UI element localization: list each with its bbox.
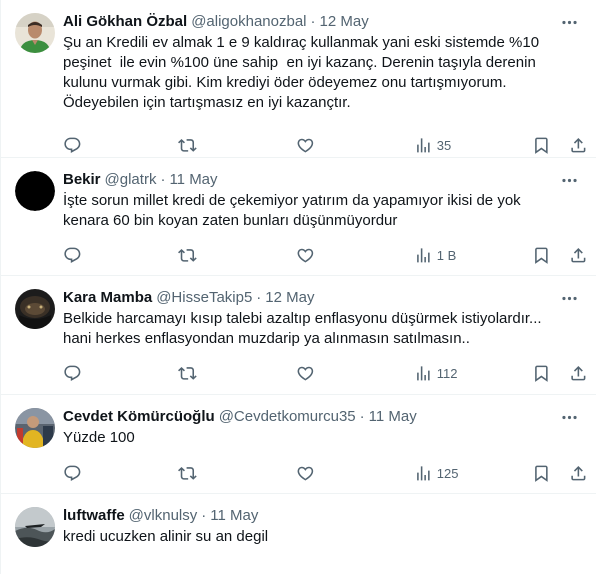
tweet-header: Kara Mamba @HisseTakip5 · 12 May (63, 288, 580, 308)
share-button[interactable] (569, 234, 588, 276)
action-bar: 112 (63, 352, 586, 394)
author-name[interactable]: Ali Gökhan Özbal (63, 12, 187, 32)
tweet-header: Bekir @glatrk · 11 May (63, 170, 580, 190)
separator-dot: · (310, 13, 316, 30)
bookmark-button[interactable] (532, 452, 551, 494)
more-dots-icon[interactable] (558, 288, 580, 308)
heart-icon (297, 466, 314, 481)
views-count: 125 (436, 465, 459, 481)
like-button[interactable] (296, 234, 315, 276)
tweet-text: Şu an Kredili ev almak 1 e 9 kaldıraç ku… (63, 34, 540, 111)
reply-button[interactable] (63, 234, 82, 276)
tweet[interactable]: Ali Gökhan Özbal @aligokhanozbal · 12 Ma… (1, 0, 596, 158)
bookmark-button[interactable] (532, 352, 551, 394)
retweet-icon (178, 466, 197, 480)
tweet[interactable]: Kara Mamba @HisseTakip5 · 12 May Belkide… (1, 276, 596, 395)
share-icon (571, 465, 586, 481)
action-bar: 1 B (63, 234, 586, 276)
more-dots-icon[interactable] (558, 12, 580, 32)
tweet-date[interactable]: 12 May (265, 288, 314, 308)
like-button[interactable] (296, 452, 315, 494)
more-dots-icon[interactable] (558, 407, 580, 427)
retweet-button[interactable] (178, 352, 197, 394)
avatar[interactable] (15, 171, 55, 211)
views-chart-icon (417, 465, 430, 481)
tweet-header: luftwaffe @vlknulsy · 11 May (63, 506, 580, 526)
heart-icon (297, 138, 314, 153)
tweet-text: kredi ucuzken alinir su an degil (63, 528, 269, 545)
tweet-date[interactable]: 11 May (169, 170, 217, 190)
author-name[interactable]: Cevdet Kömürcüoğlu (63, 407, 215, 427)
share-icon (571, 365, 586, 381)
views-button[interactable]: 125 (414, 452, 458, 494)
author-name[interactable]: luftwaffe (63, 506, 125, 526)
bookmark-button[interactable] (532, 234, 551, 276)
tweet-text: İşte sorun millet kredi de çekemiyor yat… (63, 192, 521, 229)
separator-dot: · (359, 408, 365, 425)
views-count: 1 B (436, 247, 457, 263)
retweet-button[interactable] (178, 234, 197, 276)
tweet-text: Belkide harcamayı kısıp talebi azaltıp e… (63, 310, 542, 347)
avatar[interactable] (15, 13, 55, 53)
reply-feed: Ali Gökhan Özbal @aligokhanozbal · 12 Ma… (0, 0, 596, 574)
reply-icon (64, 137, 81, 153)
author-handle[interactable]: @aligokhanozbal (191, 12, 306, 32)
author-handle[interactable]: @Cevdetkomurcu35 (219, 407, 356, 427)
bookmark-icon (535, 247, 548, 264)
tweet[interactable]: luftwaffe @vlknulsy · 11 May kredi ucuzk… (1, 494, 596, 574)
reply-button[interactable] (63, 452, 82, 494)
tweet-date[interactable]: 11 May (210, 506, 258, 526)
reply-icon (64, 365, 81, 381)
share-icon (571, 137, 586, 153)
bookmark-icon (535, 465, 548, 482)
tweet-date[interactable]: 11 May (369, 407, 417, 427)
retweet-icon (178, 138, 197, 152)
views-chart-icon (417, 137, 430, 153)
views-count: 35 (436, 137, 452, 153)
separator-dot: · (201, 507, 207, 524)
separator-dot: · (160, 171, 166, 188)
tweet[interactable]: Cevdet Kömürcüoğlu @Cevdetkomurcu35 · 11… (1, 395, 596, 494)
views-chart-icon (417, 365, 430, 381)
share-button[interactable] (569, 452, 588, 494)
more-dots-icon[interactable] (558, 170, 580, 190)
bookmark-icon (535, 137, 548, 154)
author-handle[interactable]: @HisseTakip5 (156, 288, 252, 308)
avatar[interactable] (15, 289, 55, 329)
tweet-text: Yüzde 100 (63, 429, 135, 446)
views-count: 112 (436, 365, 458, 381)
retweet-icon (178, 248, 197, 262)
avatar[interactable] (15, 507, 55, 547)
author-handle[interactable]: @glatrk (105, 170, 157, 190)
action-bar: 125 (63, 452, 586, 494)
retweet-icon (178, 366, 197, 380)
views-chart-icon (417, 247, 430, 263)
separator-dot: · (256, 289, 262, 306)
bookmark-icon (535, 365, 548, 382)
tweet-header: Cevdet Kömürcüoğlu @Cevdetkomurcu35 · 11… (63, 407, 580, 427)
like-button[interactable] (296, 352, 315, 394)
reply-icon (64, 465, 81, 481)
views-button[interactable]: 1 B (414, 234, 456, 276)
reply-icon (64, 247, 81, 263)
author-handle[interactable]: @vlknulsy (129, 506, 198, 526)
author-name[interactable]: Kara Mamba (63, 288, 152, 308)
tweet[interactable]: Bekir @glatrk · 11 May İşte sorun millet… (1, 158, 596, 276)
tweet-header: Ali Gökhan Özbal @aligokhanozbal · 12 Ma… (63, 12, 580, 32)
tweet-date[interactable]: 12 May (320, 12, 369, 32)
retweet-button[interactable] (178, 452, 197, 494)
reply-button[interactable] (63, 352, 82, 394)
share-button[interactable] (569, 352, 588, 394)
heart-icon (297, 366, 314, 381)
avatar[interactable] (15, 408, 55, 448)
share-icon (571, 247, 586, 263)
views-button[interactable]: 112 (414, 352, 457, 394)
heart-icon (297, 248, 314, 263)
author-name[interactable]: Bekir (63, 170, 101, 190)
